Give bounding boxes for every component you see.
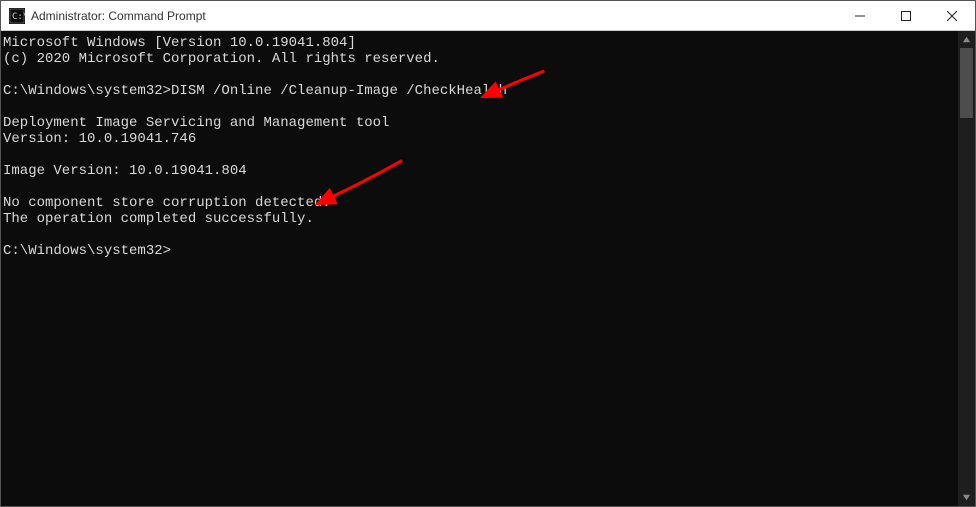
command-prompt-window: C:\ Administrator: Command Prompt Micros…	[0, 0, 976, 507]
terminal-line	[3, 179, 956, 195]
window-title: Administrator: Command Prompt	[31, 9, 837, 23]
terminal-line: No component store corruption detected.	[3, 195, 956, 211]
terminal-line: C:\Windows\system32>	[3, 243, 956, 259]
scroll-up-button[interactable]	[958, 31, 975, 48]
terminal-line	[3, 99, 956, 115]
terminal-line: Microsoft Windows [Version 10.0.19041.80…	[3, 35, 956, 51]
terminal-line: Version: 10.0.19041.746	[3, 131, 956, 147]
app-icon: C:\	[9, 8, 25, 24]
scrollbar-track[interactable]	[958, 48, 975, 489]
terminal-line	[3, 147, 956, 163]
terminal-line: Deployment Image Servicing and Managemen…	[3, 115, 956, 131]
scroll-down-button[interactable]	[958, 489, 975, 506]
scrollbar-thumb[interactable]	[960, 48, 973, 118]
terminal-line	[3, 67, 956, 83]
maximize-button[interactable]	[883, 1, 929, 30]
svg-text:C:\: C:\	[12, 12, 25, 22]
client-area: Microsoft Windows [Version 10.0.19041.80…	[1, 31, 975, 506]
window-controls	[837, 1, 975, 30]
titlebar[interactable]: C:\ Administrator: Command Prompt	[1, 1, 975, 31]
vertical-scrollbar[interactable]	[958, 31, 975, 506]
terminal-line: (c) 2020 Microsoft Corporation. All righ…	[3, 51, 956, 67]
terminal-line: C:\Windows\system32>DISM /Online /Cleanu…	[3, 83, 956, 99]
close-button[interactable]	[929, 1, 975, 30]
terminal-line	[3, 227, 956, 243]
minimize-button[interactable]	[837, 1, 883, 30]
terminal-line: The operation completed successfully.	[3, 211, 956, 227]
terminal-line: Image Version: 10.0.19041.804	[3, 163, 956, 179]
terminal-output[interactable]: Microsoft Windows [Version 10.0.19041.80…	[1, 31, 958, 506]
